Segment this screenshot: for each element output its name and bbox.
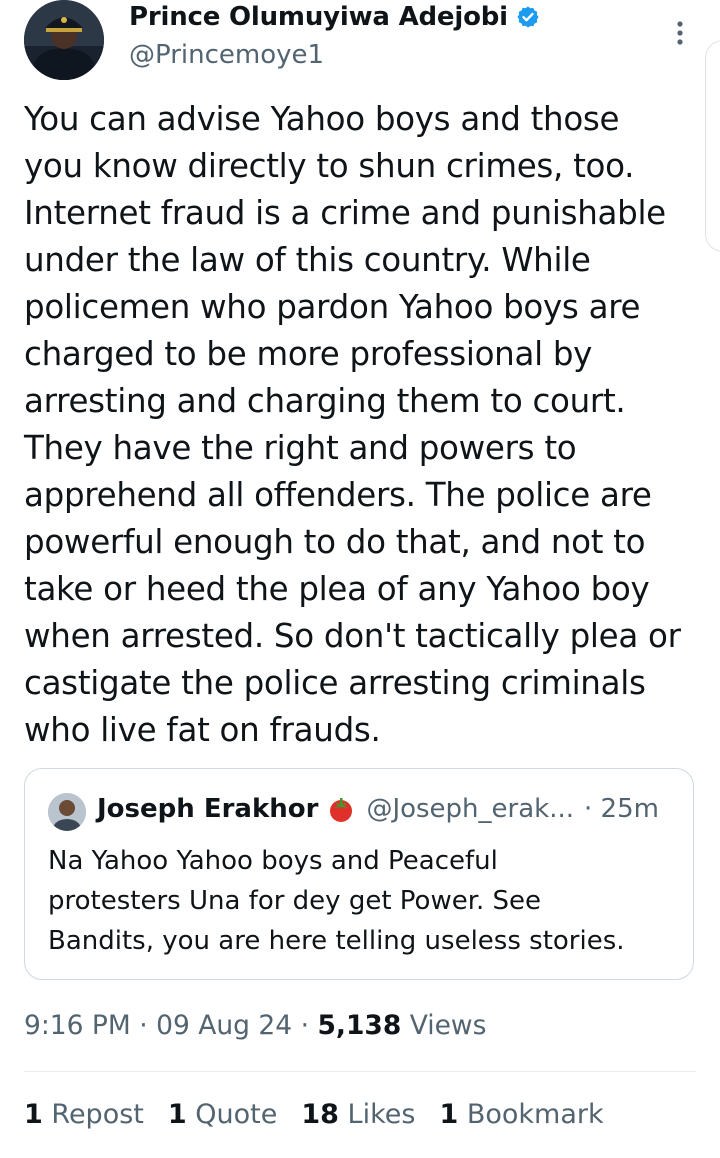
bookmarks-stat[interactable]: 1 Bookmark bbox=[439, 1099, 603, 1130]
quotes-stat[interactable]: 1 Quote bbox=[168, 1099, 277, 1130]
tweet-time[interactable]: 9:16 PM bbox=[24, 1010, 131, 1041]
tweet-line: arresting and charging them to court. bbox=[24, 382, 626, 420]
tweet-line: under the law of this country. While bbox=[24, 241, 591, 279]
quote-author-avatar[interactable] bbox=[48, 793, 86, 831]
engagement-stats: 1 Repost 1 Quote 18 Likes 1 Bookmark bbox=[24, 1099, 628, 1130]
quote-line: protesters Una for dey get Power. See bbox=[48, 886, 542, 916]
quotes-count: 1 bbox=[167, 1099, 187, 1130]
quotes-label: Quote bbox=[195, 1099, 278, 1130]
views-label: Views bbox=[409, 1010, 487, 1041]
author-display-name[interactable]: Prince Olumuyiwa Adejobi bbox=[129, 2, 508, 32]
quoted-tweet-card[interactable]: Joseph Erakhor @Joseph_erak... · 25m Na … bbox=[24, 768, 694, 980]
tweet-line: They have the right and powers to bbox=[24, 429, 577, 467]
tweet-line: who live fat on frauds. bbox=[24, 711, 381, 749]
likes-stat[interactable]: 18 Likes bbox=[301, 1099, 415, 1130]
tweet-line: charged to be more professional by bbox=[24, 335, 593, 373]
tweet-line: Internet fraud is a crime and punishable bbox=[24, 194, 666, 232]
tweet-line: castigate the police arresting criminals bbox=[24, 664, 646, 702]
likes-count: 18 bbox=[301, 1099, 339, 1130]
more-options-icon[interactable] bbox=[668, 18, 692, 48]
tweet-text: You can advise Yahoo boys and those you … bbox=[24, 96, 704, 754]
tomato-emoji-icon bbox=[330, 798, 353, 822]
quote-header: Joseph Erakhor @Joseph_erak... · 25m bbox=[97, 794, 659, 824]
tweet-line: policemen who pardon Yahoo boys are bbox=[24, 288, 641, 326]
tweet-line: take or heed the plea of any Yahoo boy bbox=[24, 570, 650, 608]
bookmarks-count: 1 bbox=[439, 1099, 459, 1130]
author-name-row: Prince Olumuyiwa Adejobi bbox=[129, 2, 540, 32]
tweet-line: powerful enough to do that, and not to bbox=[24, 523, 646, 561]
meta-separator: · bbox=[139, 1010, 148, 1041]
verified-badge-icon bbox=[517, 6, 539, 28]
reposts-count: 1 bbox=[24, 1099, 43, 1130]
tweet-line: when arrested. So don't tactically plea … bbox=[24, 617, 681, 655]
views-count: 5,138 bbox=[317, 1010, 402, 1041]
tweet-meta: 9:16 PM · 09 Aug 24 · 5,138 Views bbox=[24, 1010, 486, 1041]
bookmarks-label: Bookmark bbox=[466, 1099, 604, 1130]
quote-line: Bandits, you are here telling useless st… bbox=[48, 926, 625, 956]
tweet-line: apprehend all offenders. The police are bbox=[24, 476, 652, 514]
side-card-edge bbox=[705, 40, 720, 252]
quote-text: Na Yahoo Yahoo boys and Peaceful protest… bbox=[48, 841, 625, 961]
reposts-stat[interactable]: 1 Repost bbox=[24, 1099, 144, 1130]
quote-line: Na Yahoo Yahoo boys and Peaceful bbox=[48, 846, 498, 876]
quote-author-handle[interactable]: @Joseph_erak... bbox=[366, 794, 574, 824]
divider bbox=[24, 1071, 696, 1072]
tweet-date[interactable]: 09 Aug 24 bbox=[156, 1010, 292, 1041]
tweet-line: You can advise Yahoo boys and those bbox=[24, 100, 620, 138]
likes-label: Likes bbox=[347, 1099, 416, 1130]
quote-timestamp[interactable]: · 25m bbox=[584, 794, 659, 824]
reposts-label: Repost bbox=[51, 1099, 144, 1130]
quote-author-name[interactable]: Joseph Erakhor bbox=[97, 794, 318, 824]
author-avatar[interactable] bbox=[24, 0, 104, 80]
meta-separator: · bbox=[300, 1010, 310, 1041]
tweet-line: you know directly to shun crimes, too. bbox=[24, 147, 635, 185]
author-handle[interactable]: @Princemoye1 bbox=[129, 40, 324, 70]
